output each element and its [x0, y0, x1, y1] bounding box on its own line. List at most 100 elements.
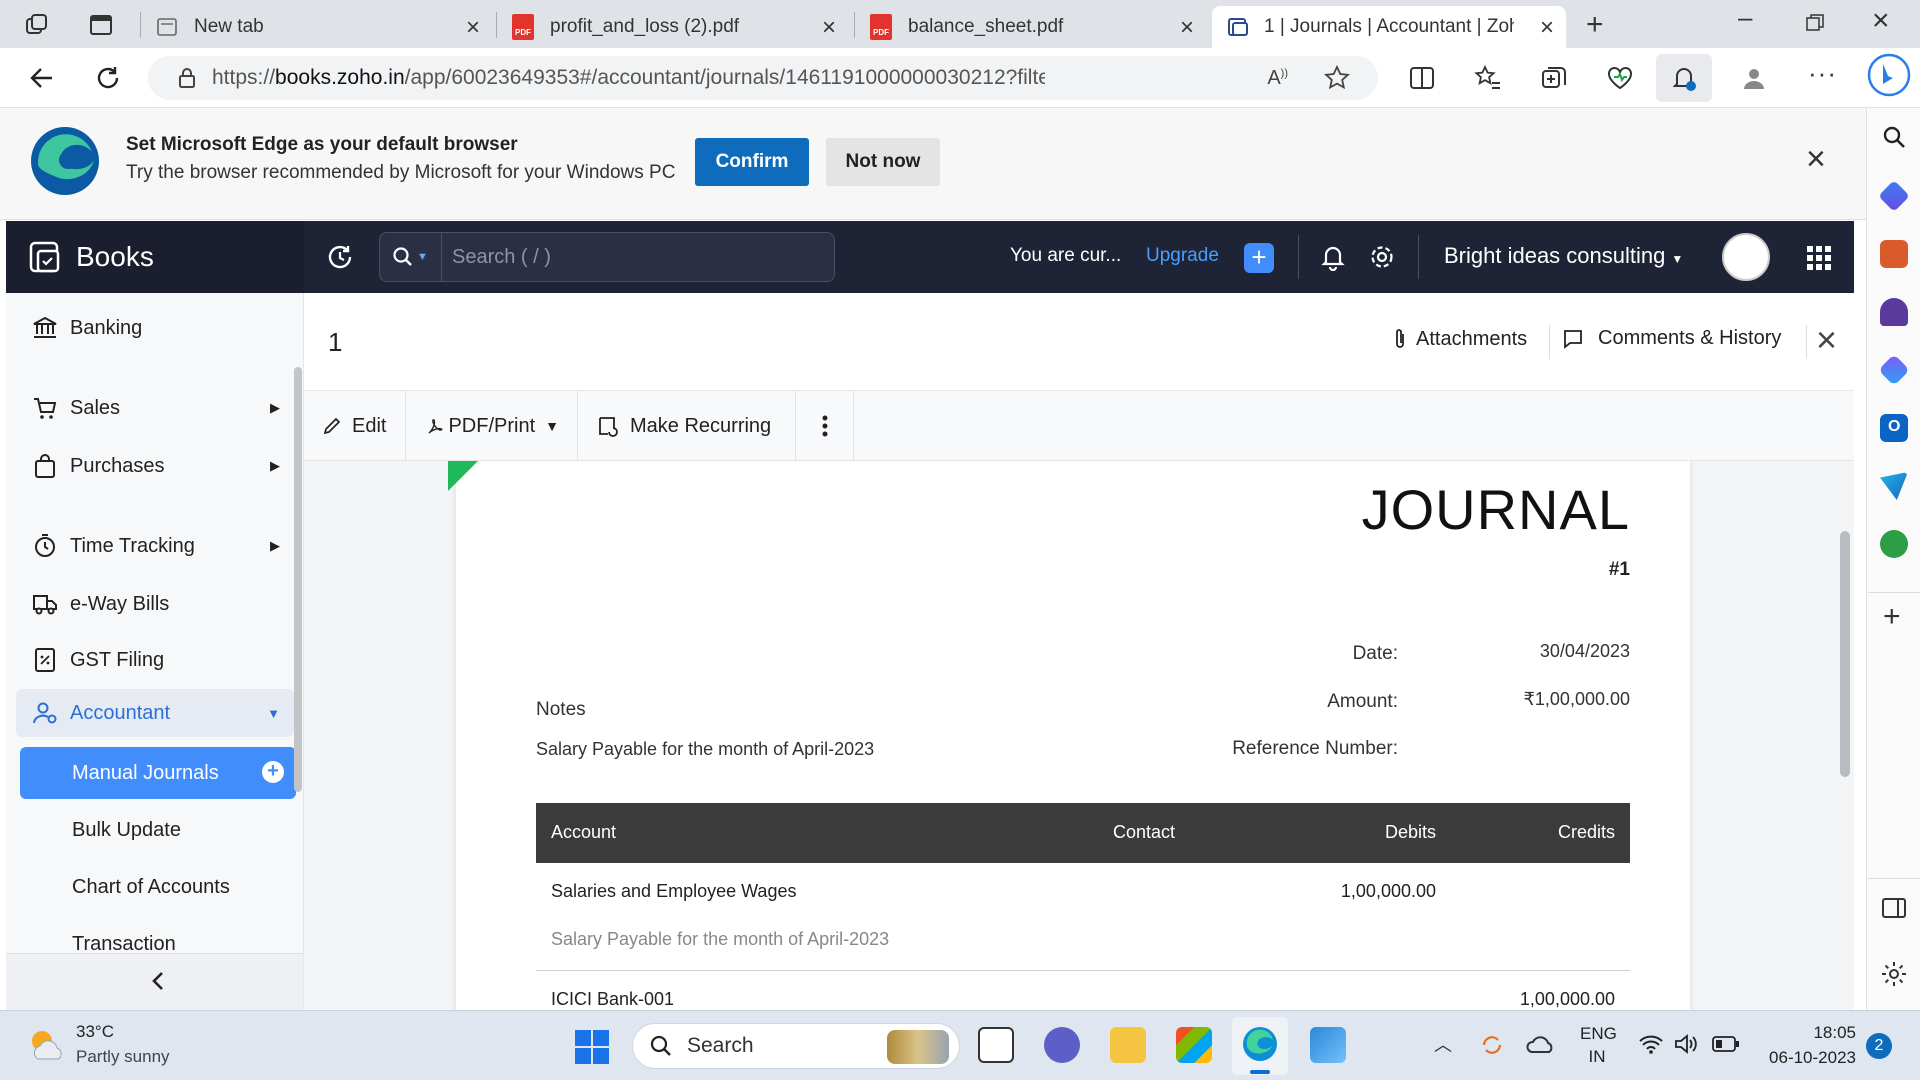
- nav-banking[interactable]: Banking: [6, 304, 294, 352]
- back-icon[interactable]: [28, 64, 56, 92]
- photos-icon[interactable]: [1310, 1027, 1346, 1063]
- task-view-icon[interactable]: [978, 1027, 1014, 1063]
- add-journal-plus-icon[interactable]: +: [262, 761, 284, 783]
- quick-create-button[interactable]: +: [1244, 243, 1274, 273]
- close-tab-icon[interactable]: ×: [466, 14, 480, 42]
- organization-switcher[interactable]: Bright ideas consulting ▼: [1444, 243, 1683, 269]
- restore-icon[interactable]: [1806, 14, 1824, 32]
- volume-icon[interactable]: [1674, 1033, 1700, 1055]
- recent-history-icon[interactable]: [326, 243, 354, 271]
- refresh-icon[interactable]: [94, 64, 122, 92]
- nav-label: Time Tracking: [70, 534, 195, 557]
- profile-icon[interactable]: [1740, 64, 1768, 92]
- split-screen-icon[interactable]: [1408, 64, 1436, 92]
- bing-copilot-icon[interactable]: [1866, 52, 1920, 104]
- nav-scrollbar[interactable]: [294, 367, 302, 792]
- favorites-icon[interactable]: [1474, 64, 1502, 92]
- battery-icon[interactable]: [1712, 1035, 1740, 1053]
- banner-subtitle: Try the browser recommended by Microsoft…: [126, 162, 676, 183]
- tab-balance-sheet[interactable]: PDF balance_sheet.pdf ×: [856, 6, 1206, 48]
- close-tab-icon[interactable]: ×: [1180, 14, 1194, 42]
- nav-chart-of-accounts[interactable]: Chart of Accounts: [20, 861, 296, 913]
- more-actions-button[interactable]: [796, 391, 854, 461]
- not-now-button[interactable]: Not now: [826, 138, 940, 186]
- microsoft-365-icon[interactable]: [1878, 354, 1910, 386]
- close-detail-icon[interactable]: ×: [1816, 319, 1837, 361]
- settings-gear-icon[interactable]: [1368, 243, 1396, 271]
- hide-sidebar-icon[interactable]: [1881, 896, 1907, 920]
- onedrive-cloud-icon[interactable]: [1526, 1033, 1556, 1055]
- notifications-bell-icon[interactable]: [1320, 243, 1346, 271]
- notifications-button[interactable]: [1656, 54, 1712, 102]
- accountant-user-icon: [32, 700, 58, 726]
- new-tab-plus-icon[interactable]: +: [1586, 8, 1604, 42]
- nav-bulk-update[interactable]: Bulk Update: [20, 804, 296, 856]
- add-sidebar-icon[interactable]: +: [1883, 600, 1901, 634]
- show-hidden-icons-chevron[interactable]: ︿: [1434, 1031, 1452, 1057]
- drop-icon[interactable]: [1880, 472, 1908, 500]
- favorite-star-icon[interactable]: [1324, 65, 1350, 91]
- detail-toolbar: Edit PDF/Print ▼ Make Recurring: [304, 391, 1854, 461]
- windows-start-icon[interactable]: [574, 1029, 610, 1065]
- document-scrollbar[interactable]: [1840, 531, 1850, 777]
- wifi-icon[interactable]: [1638, 1033, 1664, 1055]
- search-input[interactable]: ▼ Search ( / ): [379, 232, 835, 282]
- reference-label: Reference Number:: [1232, 738, 1398, 759]
- notification-count-badge[interactable]: 2: [1866, 1033, 1892, 1059]
- attachments-button[interactable]: Attachments: [1392, 327, 1527, 351]
- comments-history-button[interactable]: Comments & History: [1562, 327, 1781, 350]
- search-sidebar-icon[interactable]: [1881, 124, 1907, 150]
- taskbar-search[interactable]: Search: [632, 1023, 960, 1069]
- clock[interactable]: 18:05 06-10-2023: [1760, 1023, 1856, 1068]
- sidebar-settings-icon[interactable]: [1880, 960, 1908, 988]
- make-recurring-button[interactable]: Make Recurring: [578, 391, 796, 461]
- sync-icon[interactable]: [1478, 1031, 1506, 1059]
- close-window-icon[interactable]: ×: [1872, 4, 1890, 38]
- workspaces-icon[interactable]: [24, 12, 50, 38]
- close-tab-icon[interactable]: ×: [822, 14, 836, 42]
- games-chess-icon[interactable]: [1880, 298, 1908, 326]
- collections-icon[interactable]: [1540, 64, 1568, 92]
- tab-profit-loss[interactable]: PDF profit_and_loss (2).pdf ×: [498, 6, 848, 48]
- minimize-icon[interactable]: –: [1738, 2, 1752, 33]
- books-brand[interactable]: Books: [6, 221, 304, 293]
- nav-gst-filing[interactable]: GST Filing: [6, 636, 294, 684]
- nav-accountant[interactable]: Accountant ▼: [16, 689, 294, 737]
- nav-sales[interactable]: Sales ▶: [6, 384, 294, 432]
- search-scope-icon[interactable]: ▼: [392, 233, 442, 281]
- url-field[interactable]: https://books.zoho.in/app/60023649353#/a…: [148, 56, 1378, 100]
- confirm-button[interactable]: Confirm: [695, 138, 809, 186]
- pdf-icon: PDF: [870, 14, 892, 40]
- language-indicator[interactable]: ENG IN: [1580, 1024, 1617, 1067]
- tab-new-tab[interactable]: New tab ×: [142, 6, 492, 48]
- microsoft-store-icon[interactable]: [1176, 1027, 1212, 1063]
- app-launcher-grid-icon[interactable]: [1806, 245, 1832, 271]
- edge-taskbar-button[interactable]: [1232, 1017, 1288, 1075]
- pdf-print-button[interactable]: PDF/Print ▼: [406, 391, 578, 461]
- chevron-right-icon: ▶: [270, 400, 280, 415]
- more-options-icon[interactable]: ···: [1808, 58, 1837, 89]
- teams-chat-icon[interactable]: [1044, 1027, 1080, 1063]
- outlook-icon[interactable]: O: [1880, 414, 1908, 442]
- tools-briefcase-icon[interactable]: [1880, 240, 1908, 268]
- brand-name: Books: [76, 241, 154, 272]
- tree-icon[interactable]: [1880, 530, 1908, 558]
- tab-actions-icon[interactable]: [88, 12, 114, 38]
- collapse-sidebar-button[interactable]: [6, 953, 303, 1010]
- user-avatar[interactable]: [1722, 233, 1770, 281]
- edit-button[interactable]: Edit: [304, 391, 406, 461]
- read-aloud-icon[interactable]: A)): [1267, 67, 1288, 90]
- browser-essentials-icon[interactable]: [1606, 64, 1634, 92]
- nav-time-tracking[interactable]: Time Tracking ▶: [6, 522, 294, 570]
- close-tab-icon[interactable]: ×: [1540, 14, 1554, 42]
- shopping-tag-icon[interactable]: [1878, 180, 1910, 212]
- tab-journals[interactable]: 1 | Journals | Accountant | Zoho E ×: [1212, 6, 1566, 48]
- nav-eway-bills[interactable]: e-Way Bills: [6, 580, 294, 628]
- upgrade-link[interactable]: Upgrade: [1146, 245, 1219, 267]
- weather-sun-cloud-icon[interactable]: [26, 1025, 66, 1065]
- file-explorer-icon[interactable]: [1110, 1027, 1146, 1063]
- nav-manual-journals[interactable]: Manual Journals +: [20, 747, 296, 799]
- url-prefix: https://: [212, 66, 276, 89]
- close-banner-icon[interactable]: ×: [1806, 140, 1826, 179]
- nav-purchases[interactable]: Purchases ▶: [6, 442, 294, 490]
